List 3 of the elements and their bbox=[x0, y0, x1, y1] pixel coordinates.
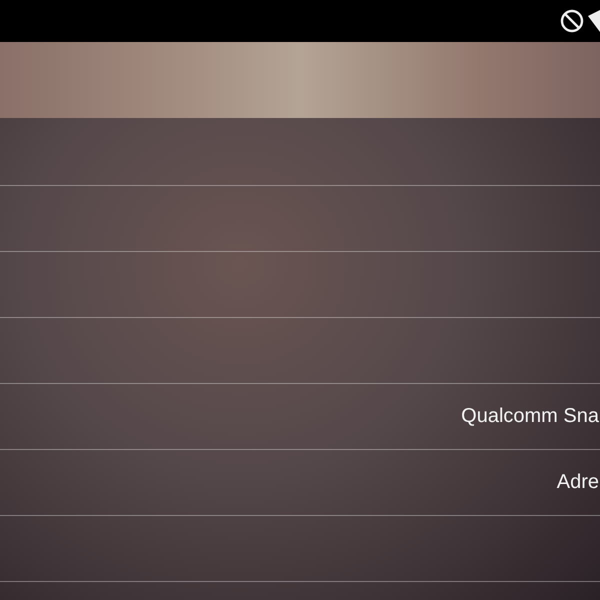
setting-value: Adre bbox=[556, 471, 600, 494]
setting-value: Qualcomm Sna bbox=[461, 405, 600, 428]
block-icon bbox=[560, 9, 584, 33]
